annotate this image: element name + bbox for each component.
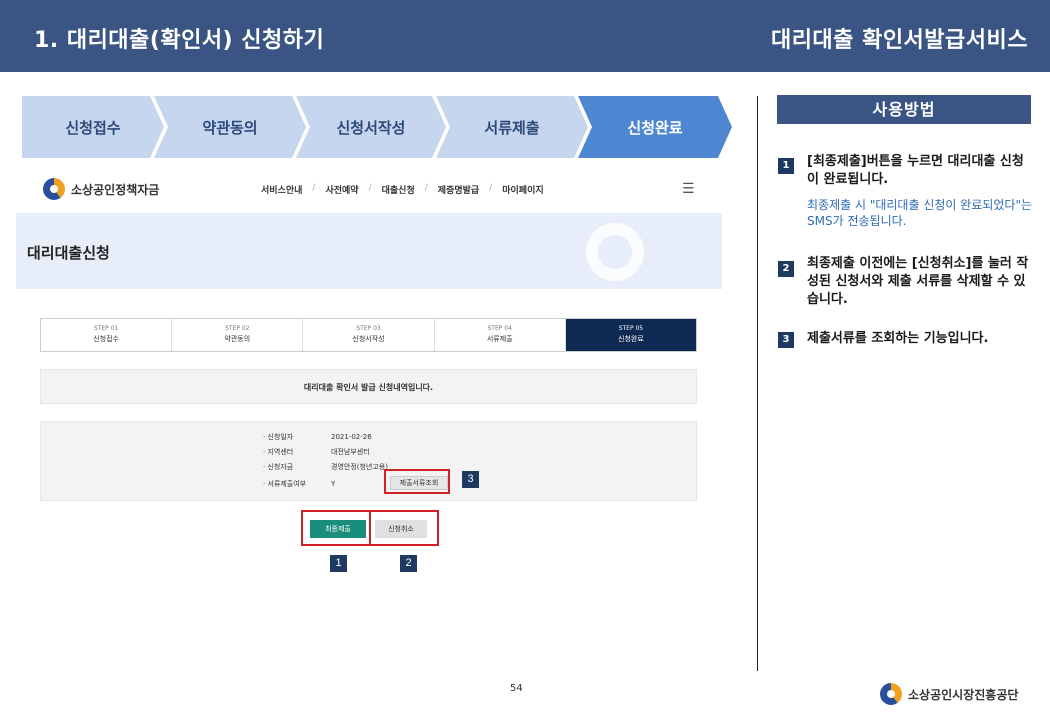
detail-value: 경영안정(청년고용) — [331, 463, 388, 471]
process-chevrons: 신청접수 약관동의 신청서작성 서류제출 신청완료 — [22, 96, 732, 158]
application-details: · 신청일자 2021-02-26 · 지역센터 대전남부센터 · 신청자금 경영안정… — [40, 421, 697, 501]
step-item: STEP 04 서류제출 — [435, 319, 566, 351]
step-item: STEP 01 신청접수 — [41, 319, 173, 351]
org-logo-icon — [880, 683, 902, 705]
step-item-active: STEP 05 신청완료 — [565, 319, 697, 351]
step-number: STEP 04 — [487, 325, 512, 332]
detail-value: 2021-02-26 — [331, 433, 372, 441]
detail-value: 대전남부센터 — [331, 448, 370, 456]
step-label: 약관동의 — [224, 335, 251, 343]
chevron-step-1: 신청접수 — [22, 96, 164, 158]
chevron-step-4: 서류제출 — [436, 96, 588, 158]
footer-logo: 소상공인시장진흥공단 — [880, 683, 1018, 705]
slide-header: 1. 대리대출(확인서) 신청하기 대리대출 확인서발급서비스 — [0, 0, 1050, 72]
detail-row: · 지역센터 대전남부센터 — [263, 447, 370, 457]
logo-icon — [43, 178, 65, 200]
detail-key: · 지역센터 — [263, 448, 294, 456]
detail-key: · 서류제출여부 — [263, 480, 307, 488]
hamburger-menu-icon[interactable]: ☰ — [682, 181, 695, 197]
decorative-circle — [586, 223, 644, 281]
page-banner: 대리대출신청 — [16, 213, 722, 289]
highlight-doc-view — [384, 469, 450, 494]
step-number: STEP 02 — [225, 325, 250, 332]
logo-text: 소상공인정책자금 — [71, 182, 160, 197]
step-label: 서류제출 — [486, 335, 513, 343]
nav-item-certificate[interactable]: 제증명발급 — [428, 183, 489, 196]
highlight-final-submit — [301, 510, 371, 546]
detail-row: · 신청일자 2021-02-26 — [263, 432, 372, 442]
detail-value: Y — [331, 480, 336, 488]
chevron-step-5: 신청완료 — [578, 96, 732, 158]
nav-item-service[interactable]: 서비스안내 — [251, 183, 312, 196]
guide-number: 1 — [778, 158, 794, 174]
marker-3: 3 — [462, 471, 479, 488]
detail-row: · 신청자금 경영안정(청년고용) — [263, 462, 388, 472]
chevron-step-3: 신청서작성 — [296, 96, 446, 158]
guide-title: 사용방법 — [777, 95, 1031, 124]
guide-text: 제출서류를 조회하는 기능입니다. — [807, 331, 989, 346]
step-label: 신청접수 — [93, 335, 119, 343]
slide-title: 1. 대리대출(확인서) 신청하기 — [34, 28, 325, 53]
step-item: STEP 03 신청서작성 — [303, 319, 435, 351]
step-item: STEP 02 약관동의 — [172, 319, 304, 351]
notice-box: 대리대출 확인서 발급 신청내역입니다. — [40, 369, 697, 404]
detail-row: · 서류제출여부 Y — [263, 479, 335, 489]
service-name: 대리대출 확인서발급서비스 — [770, 28, 1028, 53]
site-logo[interactable]: 소상공인정책자금 — [43, 178, 159, 200]
marker-1: 1 — [330, 555, 347, 572]
step-number: STEP 03 — [356, 325, 381, 332]
step-label: 신청서작성 — [352, 335, 385, 343]
step-label: 신청완료 — [618, 335, 644, 343]
guide-text: 최종제출 이전에는 [신청취소]를 눌러 작성된 신청서와 제출 서류를 삭제할… — [807, 256, 1029, 307]
page-number: 54 — [510, 683, 523, 694]
step-number: STEP 05 — [618, 325, 644, 332]
guide-number: 2 — [778, 261, 794, 277]
nav-item-loan[interactable]: 대출신청 — [372, 183, 425, 196]
divider-line — [757, 96, 758, 671]
chevron-step-2: 약관동의 — [154, 96, 306, 158]
detail-key: · 신청일자 — [263, 433, 294, 441]
site-header: 소상공인정책자금 서비스안내 / 사전예약 / 대출신청 / 제증명발급 / 마… — [16, 170, 722, 210]
step-number: STEP 01 — [93, 325, 119, 332]
main-nav: 서비스안내 / 사전예약 / 대출신청 / 제증명발급 / 마이페이지 — [251, 183, 554, 196]
marker-2: 2 — [400, 555, 417, 572]
nav-item-mypage[interactable]: 마이페이지 — [492, 183, 553, 196]
step-indicator: STEP 01 신청접수 STEP 02 약관동의 STEP 03 신청서작성 … — [40, 318, 697, 352]
highlight-cancel — [369, 510, 439, 546]
guide-subtext: 최종제출 시 "대리대출 신청이 완료되었다"는 SMS가 전송됩니다. — [807, 198, 1033, 228]
org-name: 소상공인시장진흥공단 — [908, 687, 1019, 702]
page-title: 대리대출신청 — [27, 244, 110, 262]
detail-key: · 신청자금 — [263, 463, 294, 471]
nav-item-reservation[interactable]: 사전예약 — [315, 183, 368, 196]
guide-number: 3 — [778, 332, 794, 348]
guide-text: [최종제출]버튼을 누르면 대리대출 신청이 완료됩니다. — [807, 154, 1024, 187]
